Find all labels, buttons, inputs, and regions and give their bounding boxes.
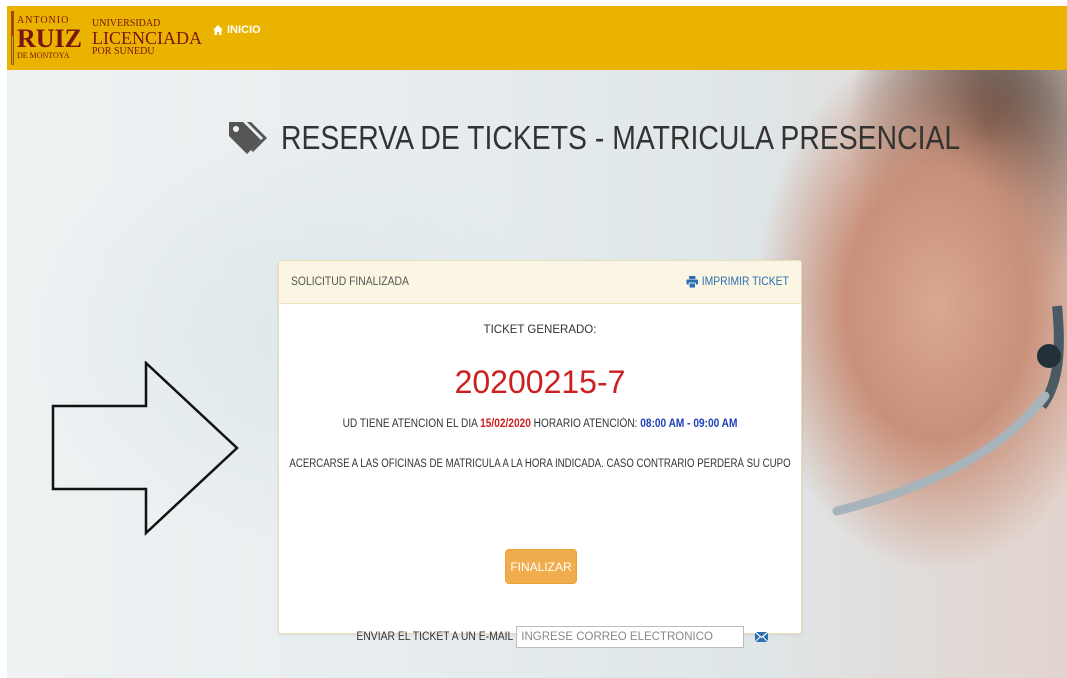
tags-icon: [229, 122, 267, 154]
schedule-label: HORARIO ATENCIÓN:: [533, 418, 638, 430]
shield-icon: [11, 11, 14, 65]
top-bar: ANTONIO RUIZ DE MONTOYA UNIVERSIDAD LICE…: [7, 6, 1067, 70]
print-ticket-label: IMPRIMIR TICKET: [701, 276, 789, 288]
attention-date: 15/02/2020: [480, 418, 531, 430]
attendance-notice: ACERCARSE A LAS OFICINAS DE MATRICULA A …: [289, 458, 791, 470]
logo-licenciada-text: LICENCIADA: [92, 28, 202, 48]
logo-accreditation: UNIVERSIDAD LICENCIADA POR SUNEDU: [92, 19, 202, 57]
page-frame: ANTONIO RUIZ DE MONTOYA UNIVERSIDAD LICE…: [7, 6, 1067, 678]
printer-icon: [686, 276, 699, 288]
university-logo[interactable]: ANTONIO RUIZ DE MONTOYA UNIVERSIDAD LICE…: [7, 6, 202, 70]
attention-prefix: UD TIENE ATENCION EL DIA: [342, 418, 478, 430]
home-icon: [213, 25, 223, 35]
ticket-panel: SOLICITUD FINALIZADA IMPRIMIR TICKET TIC…: [278, 260, 802, 648]
ticket-number: 20200215-7: [454, 364, 626, 400]
headset-graphic: [832, 305, 1064, 516]
print-ticket-link[interactable]: IMPRIMIR TICKET: [686, 276, 789, 288]
arrow-right-icon: [51, 361, 239, 536]
panel-heading: SOLICITUD FINALIZADA: [291, 276, 409, 288]
nav-home-link[interactable]: INICIO: [212, 24, 261, 36]
send-email-icon[interactable]: [755, 631, 769, 643]
attention-info: UD TIENE ATENCION EL DIA 15/02/2020 HORA…: [310, 418, 769, 430]
page-title-text: RESERVA DE TICKETS - MATRICULA PRESENCIA…: [281, 119, 961, 156]
schedule-time: 08:00 AM - 09:00 AM: [640, 418, 738, 430]
email-input[interactable]: [516, 626, 745, 648]
ticket-generated-label: TICKET GENERADO:: [483, 324, 597, 336]
logo-montoya-text: DE MONTOYA: [16, 51, 70, 60]
panel-header: SOLICITUD FINALIZADA IMPRIMIR TICKET: [279, 261, 801, 304]
panel-body: TICKET GENERADO: 20200215-7 UD TIENE ATE…: [279, 304, 801, 648]
page-title: RESERVA DE TICKETS - MATRICULA PRESENCIA…: [227, 118, 1067, 158]
logo-sunedu-text: POR SUNEDU: [92, 46, 155, 57]
finalize-button[interactable]: FINALIZAR: [505, 549, 577, 584]
email-send-row: ENVIAR EL TICKET A UN E-MAIL: [339, 626, 769, 648]
nav-home-label: INICIO: [227, 24, 261, 36]
logo-name: ANTONIO RUIZ DE MONTOYA: [17, 16, 82, 60]
logo-ruiz-text: RUIZ: [16, 24, 82, 53]
email-label: ENVIAR EL TICKET A UN E-MAIL: [356, 631, 514, 643]
